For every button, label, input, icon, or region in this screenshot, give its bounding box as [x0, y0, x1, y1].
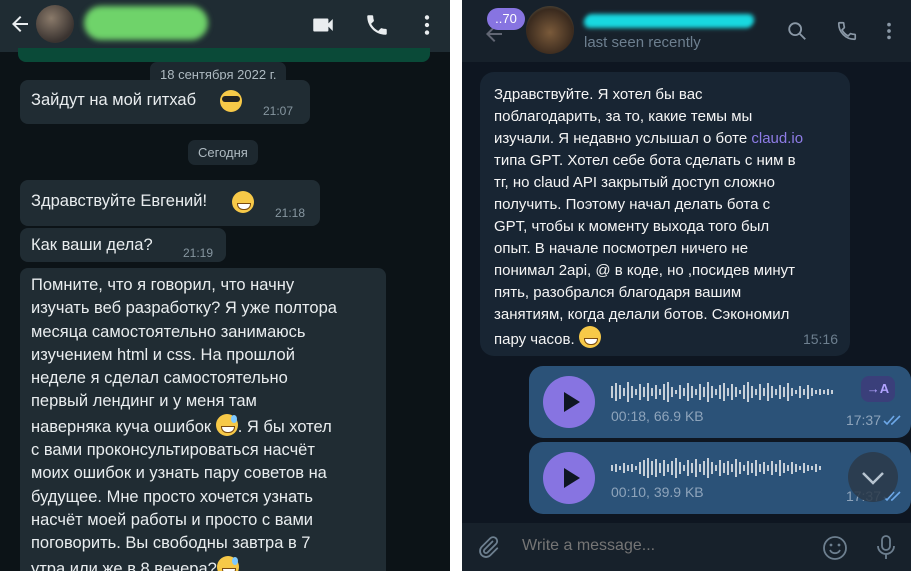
message-bubble[interactable]: Здравствуйте Евгений! 21:18 [20, 180, 320, 226]
message-time: 21:18 [275, 206, 306, 220]
microphone-icon[interactable] [874, 534, 898, 560]
message-input[interactable] [522, 537, 792, 555]
grinning-sweat-emoji [215, 413, 238, 436]
double-check-icon [883, 415, 901, 426]
arrow-left-icon[interactable] [8, 12, 32, 36]
message-text: Здравствуйте Евгений! [31, 192, 208, 210]
message-bubble[interactable]: Как ваши дела? 21:19 [20, 228, 226, 262]
scroll-down-button[interactable] [848, 452, 898, 502]
chat-header [0, 0, 450, 52]
message-composer [462, 523, 911, 571]
voice-duration-size: 00:10, 39.9 KB [611, 484, 704, 500]
whatsapp-chat-panel: 18 сентября 2022 г. Зайдут на мой гитхаб… [0, 0, 450, 571]
date-divider: Сегодня [188, 140, 258, 165]
play-button[interactable] [543, 376, 595, 428]
chat-header: ..70 last seen recently [462, 0, 911, 62]
message-text: Зайдут на мой гитхаб [31, 91, 197, 109]
avatar[interactable] [526, 6, 574, 54]
message-text: Как ваши дела? [31, 236, 153, 254]
previous-message-edge [18, 48, 430, 62]
contact-name-redacted[interactable] [583, 14, 755, 28]
grinning-emoji [232, 191, 254, 213]
more-vert-icon[interactable] [878, 20, 900, 42]
unread-badge: ..70 [487, 8, 525, 30]
avatar[interactable] [36, 5, 74, 43]
contact-status: last seen recently [584, 34, 701, 51]
search-icon[interactable] [786, 20, 808, 42]
cool-sunglasses-emoji [220, 90, 242, 112]
telegram-chat-panel: ..70 last seen recently Здравствуйте. Я … [462, 0, 911, 571]
grinning-sweat-emoji [216, 555, 239, 571]
message-text: Здравствуйте. Я хотел бы вас поблагодари… [494, 86, 804, 348]
link[interactable]: claud.io [751, 130, 803, 147]
emoji-icon[interactable] [822, 535, 848, 561]
message-time: 21:19 [183, 246, 214, 260]
voice-message[interactable]: 00:18, 66.9 KB →A 17:37 [529, 366, 911, 438]
video-call-icon[interactable] [310, 12, 336, 38]
more-vert-icon[interactable] [414, 12, 440, 38]
transcribe-button[interactable]: →A [861, 376, 895, 402]
message-text: Помните, что я говорил, что начну изучат… [31, 274, 337, 571]
message-time: 17:37 [845, 412, 881, 428]
phone-icon[interactable] [364, 12, 390, 38]
paperclip-icon[interactable] [476, 535, 500, 559]
contact-name-redacted[interactable] [84, 6, 208, 40]
waveform[interactable] [611, 456, 841, 480]
phone-icon[interactable] [836, 20, 858, 42]
message-bubble[interactable]: Помните, что я говорил, что начну изучат… [20, 268, 386, 571]
message-bubble[interactable]: Зайдут на мой гитхаб 21:07 [20, 80, 310, 124]
voice-duration-size: 00:18, 66.9 KB [611, 408, 704, 424]
play-button[interactable] [543, 452, 595, 504]
incoming-message[interactable]: Здравствуйте. Я хотел бы вас поблагодари… [480, 72, 850, 356]
message-time: 15:16 [802, 331, 838, 347]
message-time: 21:07 [263, 104, 294, 118]
waveform[interactable] [611, 380, 841, 404]
grinning-emoji [578, 326, 601, 348]
chevron-down-icon [862, 472, 884, 485]
